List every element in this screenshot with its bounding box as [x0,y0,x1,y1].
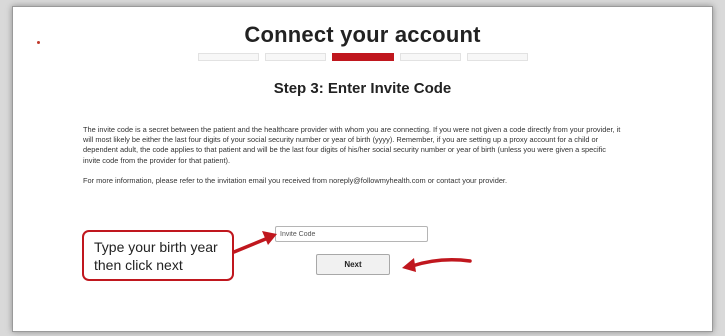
progress-step-1 [198,53,260,61]
invite-code-input[interactable] [275,226,428,242]
progress-step-5 [466,53,529,61]
instructions-paragraph-2: For more information, please refer to th… [83,175,508,185]
progress-step-4 [399,53,461,61]
progress-step-3-current [332,53,394,61]
next-button[interactable]: Next [316,254,390,275]
instructions-paragraph-1: The invite code is a secret between the … [83,125,621,165]
step-title: Step 3: Enter Invite Code [273,80,452,97]
page-title: Connect your account [244,22,481,47]
instruction-callout: Type your birth year then click next [82,230,234,281]
callout-line-2: then click next [94,257,183,273]
step-progress-bar [198,53,529,61]
instructions-text: The invite code is a secret between the … [83,125,623,196]
progress-step-2 [265,53,327,61]
callout-line-1: Type your birth year [94,239,218,255]
